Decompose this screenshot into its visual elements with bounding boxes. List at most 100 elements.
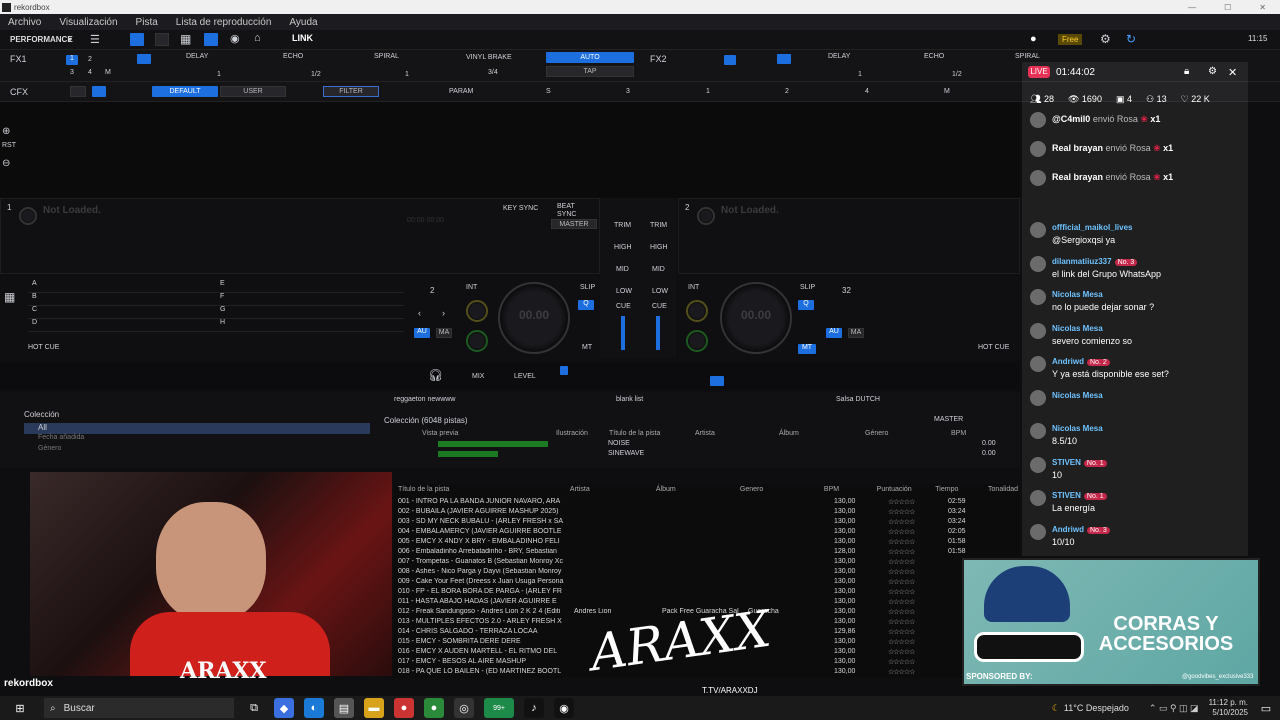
chat-username[interactable]: Andriwd [1052,357,1084,366]
table-row[interactable]: 005 - EMCY X 4NDY X BRY - EMBALADINHO FE… [398,538,1018,548]
th-title[interactable]: Título de la pista [398,486,570,493]
mode-select[interactable]: PERFORMANCE [10,35,73,44]
jump-forward-icon[interactable]: › [442,308,445,318]
rating-stars-icon[interactable]: ☆☆☆☆☆ [888,648,948,658]
fx1-m[interactable]: M [105,69,111,76]
windows-start-icon[interactable]: ⊞ [10,698,30,718]
tap-button[interactable]: TAP [546,66,634,77]
chat-username[interactable]: offficial_maikol_lives [1052,223,1132,232]
clock-date[interactable]: 11:12 p. m. 5/10/2025 [1209,698,1254,718]
chat-username[interactable]: Nicolas Mesa [1052,424,1103,433]
chat-username[interactable]: STIVEN [1052,491,1081,500]
rating-stars-icon[interactable]: ☆☆☆☆☆ [888,498,948,508]
master-button[interactable]: MASTER [551,219,597,229]
pad-e[interactable]: E [216,280,404,293]
menu-archivo[interactable]: Archivo [8,17,41,28]
rating-stars-icon[interactable]: ☆☆☆☆☆ [888,668,948,678]
th-artist[interactable]: Artista [570,486,656,493]
user-button[interactable]: USER [220,86,286,97]
rekordbox-icon[interactable]: ◉ [554,698,574,718]
layout-1-icon[interactable] [130,33,144,46]
notification-icon[interactable]: ▭ [1256,698,1276,718]
rating-stars-icon[interactable]: ☆☆☆☆☆ [888,558,948,568]
pad-f[interactable]: F [216,293,404,306]
tree-all[interactable]: All [24,423,370,434]
preview-row-1-title[interactable]: NOISE [608,440,630,447]
close-icon[interactable]: ✕ [1259,3,1266,12]
master-select[interactable]: MASTER [934,416,963,423]
quantize-button[interactable]: Q [578,300,594,310]
table-row[interactable]: 007 - Trompetas - Guanatos B (Sebastian … [398,558,1018,568]
rating-stars-icon[interactable]: ☆☆☆☆☆ [888,628,948,638]
rating-stars-icon[interactable]: ☆☆☆☆☆ [888,568,948,578]
fx1-beat-3[interactable]: 3 [70,69,74,76]
tree-genre[interactable]: Género [24,445,370,456]
preview-row-2-title[interactable]: SINEWAVE [608,450,644,457]
table-row[interactable]: 008 - Ashes - Nico Parga y Dayvi (Sebast… [398,568,1018,578]
th-genre[interactable]: Genero [740,486,824,493]
tiktok-icon[interactable]: ♪ [524,698,544,718]
cfx-on-icon[interactable] [92,86,106,97]
pad-d[interactable]: D [28,319,218,332]
table-row[interactable]: 018 - PA QUE LO BAILEN - (ED MARTINEZ BO… [398,668,1018,678]
col-artwork[interactable]: Ilustración [556,430,609,437]
jump-back-icon[interactable]: ‹ [418,308,421,318]
ma-button[interactable]: MA [436,328,452,338]
menu-visualizacion[interactable]: Visualización [59,17,117,28]
hot-cue-select-2[interactable]: HOT CUE [978,344,1009,351]
grid-icon[interactable]: ▦ [180,32,191,46]
rst-label[interactable]: RST [2,142,16,149]
filter-button[interactable]: FILTER [323,86,379,97]
channel-fader-2[interactable] [656,316,660,350]
pad-c[interactable]: C [28,306,218,319]
chrome-2-icon[interactable]: ● [424,698,444,718]
channel-fader-1[interactable] [621,316,625,350]
gear-icon[interactable]: ⚙ [1100,32,1111,46]
rating-stars-icon[interactable]: ☆☆☆☆☆ [888,658,948,668]
tray-icons[interactable]: ⌃ ▭ ⚲ ◫ ◪ [1149,703,1199,714]
col-preview[interactable]: Vista previa [422,430,556,437]
mixer-icon[interactable] [204,33,218,46]
weather[interactable]: ☾ 11°C Despejado [1052,703,1129,714]
fx-assign-2-icon[interactable] [710,376,724,386]
ma-button-2[interactable]: MA [848,328,864,338]
fx2-more-icon[interactable] [777,54,791,64]
rating-stars-icon[interactable]: ☆☆☆☆☆ [888,508,948,518]
hot-cue-select[interactable]: HOT CUE [28,344,59,351]
zoom-in-icon[interactable]: ⊕ [2,126,10,137]
table-row[interactable]: 010 - FP - EL BORA BORA DE PARGA - (ARLE… [398,588,1018,598]
rating-stars-icon[interactable]: ☆☆☆☆☆ [888,518,948,528]
minimize-icon[interactable]: — [1188,3,1196,12]
chat-username[interactable]: STIVEN [1052,458,1081,467]
link-button[interactable]: LINK [292,33,313,43]
rating-stars-icon[interactable]: ☆☆☆☆☆ [888,548,948,558]
fx1-beat-2[interactable]: 2 [88,56,92,63]
auto-button[interactable]: AUTO [546,52,634,63]
fx1-beat-4[interactable]: 4 [88,69,92,76]
mt-button[interactable]: MT [582,344,592,351]
chat-username[interactable]: Nicolas Mesa [1052,324,1103,333]
int-select[interactable]: INT [466,284,477,291]
search-box[interactable]: ⌕ Buscar [44,698,234,718]
copilot-icon[interactable]: ◆ [274,698,294,718]
rating-stars-icon[interactable]: ☆☆☆☆☆ [888,588,948,598]
plan-badge[interactable]: Free [1058,34,1083,45]
rating-stars-icon[interactable]: ☆☆☆☆☆ [888,578,948,588]
store-icon[interactable]: ▤ [334,698,354,718]
maximize-icon[interactable]: ☐ [1224,3,1231,12]
fx1-slot-2[interactable]: ECHO [283,53,303,60]
cue-button-2[interactable] [686,300,708,322]
slip-button[interactable]: SLIP [580,284,595,291]
headphone-icon[interactable]: 🎧︎ [428,368,443,382]
menu-icon[interactable]: ☰ [90,33,100,46]
cue-1[interactable]: CUE [616,303,631,310]
jog-wheel-1[interactable]: 00.00 [498,282,570,354]
chat-username[interactable]: dilanmatiiuz337 [1052,257,1112,266]
cue-button[interactable] [466,300,488,322]
chat-username[interactable]: Andriwd [1052,525,1084,534]
table-row[interactable]: 011 - HASTA ABAJO HADAS (JAVIER AGUIRRE … [398,598,1018,608]
pad-a[interactable]: A [28,280,218,293]
default-button[interactable]: DEFAULT [152,86,218,97]
sampler-icon[interactable]: ⌂ [254,32,261,44]
col-bpm[interactable]: BPM [951,430,995,437]
